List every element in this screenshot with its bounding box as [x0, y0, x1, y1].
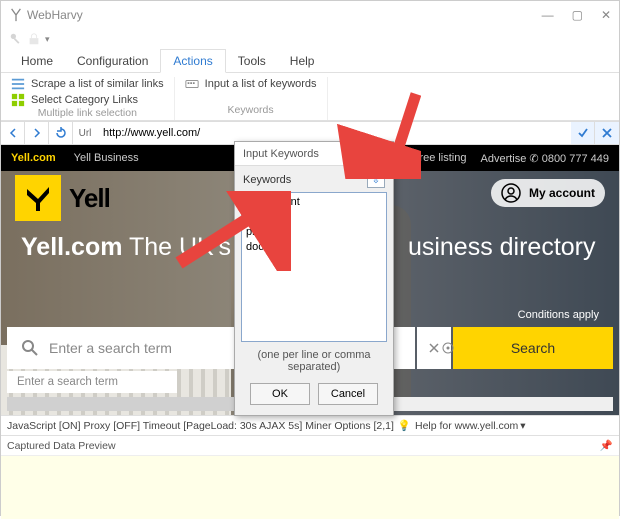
my-account-button[interactable]: My account: [491, 179, 605, 207]
chevron-down-icon: ⇩: [372, 175, 380, 186]
go-button[interactable]: [571, 122, 595, 144]
quick-access-toolbar: ▾: [1, 29, 619, 49]
dialog-close-button[interactable]: ✕: [363, 144, 385, 164]
x-circle-icon: [427, 341, 441, 355]
url-label: Url: [73, 122, 97, 144]
site-logo-text: Yell: [69, 183, 110, 214]
forward-button[interactable]: [25, 122, 49, 144]
menu-bar: Home Configuration Actions Tools Help: [1, 49, 619, 73]
keyboard-icon: [185, 77, 199, 91]
ribbon: Scrape a list of similar links Select Ca…: [1, 73, 619, 121]
input-keywords-label: Input a list of keywords: [205, 78, 317, 90]
site-tab-yellcom[interactable]: Yell.com: [11, 152, 56, 164]
site-tab-business[interactable]: Yell Business: [74, 152, 139, 164]
scrape-similar-links-label: Scrape a list of similar links: [31, 78, 164, 90]
dialog-title: Input Keywords: [243, 148, 319, 160]
tab-configuration[interactable]: Configuration: [65, 50, 160, 72]
ribbon-group1-caption: Multiple link selection: [11, 107, 164, 119]
keywords-textarea[interactable]: [241, 192, 387, 342]
status-chevron-icon[interactable]: ▾: [520, 420, 525, 432]
select-category-links-label: Select Category Links: [31, 94, 138, 106]
phone-icon: ✆: [529, 153, 538, 165]
tab-actions[interactable]: Actions: [160, 49, 225, 73]
window-maximize-button[interactable]: ▢: [572, 8, 583, 22]
category-icon: [11, 93, 25, 107]
input-keywords-dialog: Input Keywords ✕ Keywords ⇩ (one per lin…: [234, 141, 394, 416]
window-close-button[interactable]: ✕: [601, 8, 611, 22]
search-echo: Enter a search term: [7, 371, 177, 393]
scrape-similar-links-button[interactable]: Scrape a list of similar links: [11, 77, 164, 91]
site-logo[interactable]: Yell: [15, 175, 110, 221]
ribbon-group-links: Scrape a list of similar links Select Ca…: [1, 77, 175, 120]
x-icon: [601, 127, 613, 139]
select-category-links-button[interactable]: Select Category Links: [11, 93, 164, 107]
keywords-label: Keywords: [243, 174, 291, 186]
captured-body: [1, 456, 619, 519]
tab-tools[interactable]: Tools: [226, 50, 278, 72]
input-keywords-button[interactable]: Input a list of keywords: [185, 77, 317, 91]
app-icon: [9, 8, 23, 22]
stop-button[interactable]: [595, 122, 619, 144]
window-titlebar: WebHarvy — ▢ ✕: [1, 1, 619, 29]
qat-dropdown-icon[interactable]: ▾: [45, 34, 50, 45]
status-help-link[interactable]: Help for www.yell.com: [415, 420, 518, 432]
conditions-apply: Conditions apply: [518, 309, 599, 321]
qat-lock-icon[interactable]: [27, 32, 41, 46]
ribbon-group2-caption: Keywords: [185, 104, 317, 116]
status-bar: JavaScript [ON] Proxy [OFF] Timeout [Pag…: [1, 415, 619, 435]
window-title: WebHarvy: [27, 8, 83, 22]
keywords-hint: (one per line or comma separated): [235, 347, 393, 379]
phone-number: 0800 777 449: [542, 153, 609, 165]
search-placeholder: Enter a search term: [49, 340, 172, 356]
free-listing-link[interactable]: et a free listing: [395, 152, 467, 164]
yell-logo-icon: [23, 183, 53, 213]
hero-brand: Yell.com: [21, 233, 122, 261]
keywords-dropdown-button[interactable]: ⇩: [367, 172, 385, 188]
reload-button[interactable]: [49, 122, 73, 144]
arrow-right-icon: [31, 127, 43, 139]
back-button[interactable]: [1, 122, 25, 144]
search-button[interactable]: Search: [453, 327, 613, 369]
advertise-link[interactable]: Advertise: [481, 153, 527, 165]
pin-icon[interactable]: 📌: [600, 439, 613, 452]
reload-icon: [55, 127, 67, 139]
my-account-label: My account: [529, 186, 595, 200]
captured-data-panel: Captured Data Preview 📌: [1, 435, 619, 519]
search-icon: [21, 339, 39, 357]
target-icon: [441, 341, 455, 355]
user-icon: [501, 183, 521, 203]
bulb-icon: 💡: [398, 419, 411, 432]
status-text: JavaScript [ON] Proxy [OFF] Timeout [Pag…: [7, 420, 394, 432]
search-clear-button[interactable]: [417, 327, 451, 369]
check-icon: [577, 127, 589, 139]
ribbon-group-keywords: Input a list of keywords Keywords: [175, 77, 328, 120]
cancel-button[interactable]: Cancel: [318, 383, 378, 405]
captured-title: Captured Data Preview: [7, 440, 116, 452]
arrow-left-icon: [7, 127, 19, 139]
qat-tool-icon[interactable]: [9, 32, 23, 46]
window-minimize-button[interactable]: —: [542, 8, 554, 22]
tab-help[interactable]: Help: [278, 50, 327, 72]
ok-button[interactable]: OK: [250, 383, 310, 405]
tab-home[interactable]: Home: [9, 50, 65, 72]
list-icon: [11, 77, 25, 91]
